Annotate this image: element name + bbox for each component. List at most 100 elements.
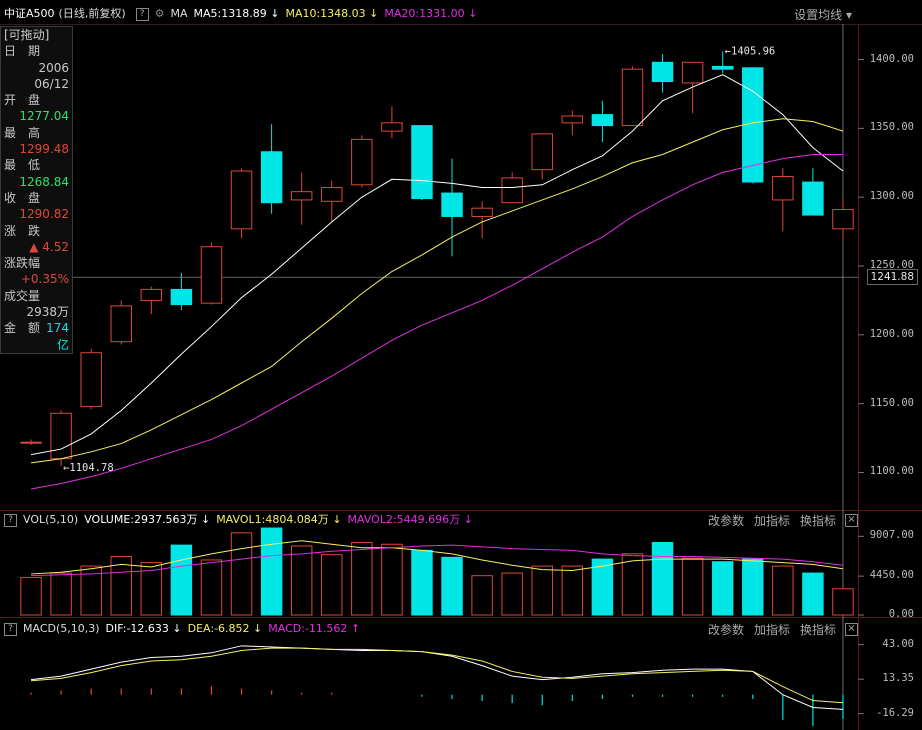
candle-body (200, 246, 223, 304)
volume-bar (802, 572, 824, 616)
candle (681, 61, 704, 114)
ma10-value: MA10:1348.03 ↓ (285, 7, 379, 20)
candle-body (110, 305, 132, 343)
volume-label: 成交量 (4, 288, 41, 303)
candle (290, 172, 313, 225)
moving-average-lines (30, 74, 844, 490)
volume-bar (651, 541, 674, 616)
vol-add-indicator-button[interactable]: 加指标 (754, 514, 790, 528)
candle-body (260, 151, 283, 204)
candle (832, 198, 854, 240)
volume-bar (561, 565, 584, 616)
candle-body (381, 122, 403, 132)
candle-body (20, 441, 42, 444)
candle (411, 125, 433, 200)
macd-tick-label: 13.35 (882, 672, 914, 685)
volume-bar (351, 541, 373, 616)
vol-close-icon[interactable]: × (845, 514, 858, 527)
candle (742, 67, 764, 184)
candle (170, 272, 193, 311)
vol-mavol2-value: MAVOL2:5449.696万 ↓ (347, 513, 473, 526)
candle-body (681, 61, 704, 84)
candle (20, 439, 42, 445)
candle-body (50, 412, 72, 460)
volume-bar (20, 576, 42, 616)
candle (110, 300, 132, 345)
volume-bar (471, 575, 493, 616)
chevron-down-icon: ▾ (845, 8, 852, 22)
help-icon[interactable]: ? (135, 7, 149, 21)
macd-change-params-button[interactable]: 改参数 (708, 623, 744, 637)
macd-buttons: 改参数 加指标 换指标 (698, 621, 836, 638)
min-price-label: ←1104.78 (63, 462, 114, 474)
max-price-label: ←1405.96 (725, 45, 776, 57)
vol-change-params-button[interactable]: 改参数 (708, 514, 744, 528)
draggable-label: [可拖动] (4, 28, 50, 42)
pct-label: 涨跌幅 (4, 256, 41, 271)
gear-icon[interactable]: ⚙ (155, 7, 165, 20)
candle-body (651, 61, 674, 83)
price-tick-label: 1200.00 (869, 327, 914, 340)
volume-bar (621, 553, 644, 616)
vol-help-icon[interactable]: ? (4, 513, 17, 527)
candlestick-series (20, 51, 854, 466)
candle (591, 100, 614, 143)
candle-body (561, 115, 584, 124)
candle (140, 286, 163, 315)
volume-bar (531, 565, 553, 616)
candle-body (351, 138, 373, 186)
candle-body (471, 207, 493, 217)
macd-macd-value: MACD:-11.562 ↑ (268, 622, 361, 635)
macd-close-icon[interactable]: × (845, 623, 858, 636)
volume-bar (290, 545, 313, 616)
candle-body (832, 209, 854, 230)
candle-body (441, 192, 463, 217)
macd-switch-indicator-button[interactable]: 换指标 (800, 623, 836, 637)
candle (471, 201, 493, 239)
date-year: 2006 (38, 60, 69, 75)
ma-settings-button[interactable]: 设置均线 ▾ (794, 6, 852, 23)
vol-tick-label: 4450.00 (869, 569, 914, 582)
volume-bar (742, 558, 764, 616)
ma20-line (30, 154, 843, 490)
candle (200, 242, 223, 305)
volume-bar (832, 588, 854, 616)
volume-bar (321, 554, 343, 616)
vol-buttons: 改参数 加指标 换指标 (698, 512, 836, 529)
macd-dif-value: DIF:-12.633 ↓ (105, 622, 182, 635)
macd-add-indicator-button[interactable]: 加指标 (754, 623, 790, 637)
candle-body (711, 65, 734, 70)
pct-value: +0.35% (20, 272, 69, 287)
candle-body (170, 288, 193, 306)
macd-series (30, 645, 844, 727)
price-tick-label: 1400.00 (869, 52, 914, 65)
candle-body (591, 114, 614, 127)
price-tick-label: 1100.00 (869, 465, 914, 478)
vol-switch-indicator-button[interactable]: 换指标 (800, 514, 836, 528)
volume-bar (50, 572, 72, 616)
vol-indicator-name: VOL(5,10) (23, 513, 79, 526)
low-value: 1268.84 (19, 174, 69, 189)
volume-bar (260, 527, 283, 616)
ma20-value: MA20:1331.00 ↓ (384, 7, 478, 20)
candle (772, 168, 794, 232)
macd-dea-value: DEA:-6.852 ↓ (187, 622, 263, 635)
candle-body (290, 191, 313, 201)
candle-body (621, 68, 644, 127)
volume-bar (170, 544, 193, 616)
ma-label: MA (170, 7, 188, 20)
main-header: 中证A500 (日线,前复权)? ⚙ MA MA5:1318.89 ↓ MA10:1348… (4, 6, 483, 22)
data-window[interactable]: [可拖动] 日 期 2006 06/12 开 盘 1277.04 最 高 129… (0, 26, 73, 354)
volume-bar (772, 565, 794, 616)
high-label: 最 高 (4, 125, 41, 140)
low-label: 最 低 (4, 158, 41, 173)
macd-tick-label: 43.00 (882, 637, 914, 650)
candle-body (772, 176, 794, 201)
close-value: 1290.82 (19, 207, 69, 222)
vol-tick-label: 0.00 (888, 608, 914, 620)
candle (351, 135, 373, 188)
candle-body (802, 181, 824, 216)
open-label: 开 盘 (4, 93, 41, 108)
candle-body (501, 177, 523, 204)
macd-help-icon[interactable]: ? (4, 622, 17, 636)
